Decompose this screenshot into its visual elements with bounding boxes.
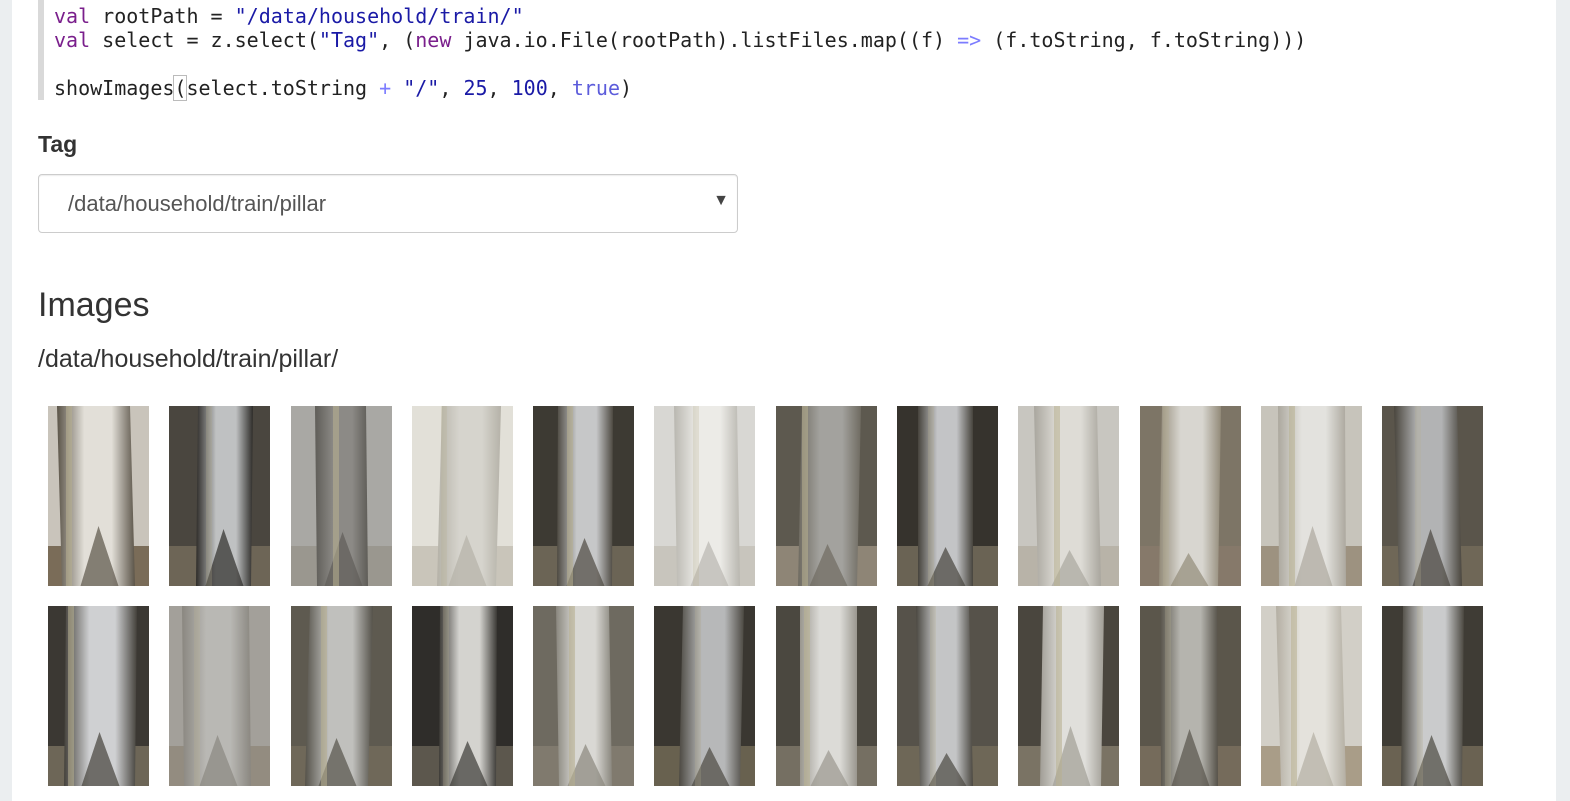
code-token: , [547, 76, 572, 100]
code-token: (f.toString, f.toString))) [981, 28, 1307, 52]
image-thumbnail[interactable] [654, 406, 756, 586]
code-line-4: showImages(select.toString + "/", 25, 10… [54, 75, 1518, 101]
image-thumbnail[interactable] [897, 406, 999, 586]
image-thumbnail[interactable] [1382, 406, 1484, 586]
image-thumbnail[interactable] [411, 606, 513, 786]
code-operator: = [210, 4, 223, 28]
code-token: , ( [379, 28, 416, 52]
code-token: , [439, 76, 464, 100]
image-thumbnail[interactable] [290, 406, 392, 586]
code-arrow: => [957, 28, 982, 52]
image-thumbnail[interactable] [533, 406, 635, 586]
keyword-val: val [54, 28, 91, 52]
code-number: 100 [511, 76, 548, 100]
code-token: ) [620, 76, 633, 100]
code-token: , [487, 76, 512, 100]
image-thumbnail[interactable] [654, 606, 756, 786]
code-operator: + [379, 76, 392, 100]
image-thumbnail[interactable] [169, 606, 271, 786]
image-thumbnail[interactable] [1018, 406, 1120, 586]
image-thumbnail[interactable] [1139, 406, 1241, 586]
image-thumbnail[interactable] [48, 606, 149, 786]
image-thumbnail[interactable] [897, 606, 999, 786]
code-token: select [90, 28, 187, 52]
code-operator: = [186, 28, 199, 52]
code-token: showImages [54, 76, 175, 100]
tag-select[interactable]: /data/household/train/pillar ▼ [38, 174, 738, 233]
code-line-2: val select = z.select("Tag", (new java.i… [54, 28, 1518, 52]
image-thumbnail[interactable] [48, 406, 149, 586]
keyword-val: val [54, 4, 91, 28]
image-thumbnail[interactable] [775, 406, 877, 586]
image-thumbnail[interactable] [1139, 606, 1241, 786]
image-thumbnail[interactable] [1260, 406, 1362, 586]
tag-select-value: /data/household/train/pillar [68, 191, 327, 216]
image-thumbnail[interactable] [411, 406, 513, 586]
code-token: rootPath [90, 4, 211, 28]
code-boolean: true [571, 76, 621, 100]
image-thumbnail[interactable] [1018, 606, 1120, 786]
image-thumbnail[interactable] [775, 606, 877, 786]
image-thumbnail[interactable] [169, 406, 271, 586]
code-token: java.io.File(rootPath).listFiles.map((f) [451, 28, 958, 52]
code-editor[interactable]: val rootPath = "/data/household/train/" … [38, 0, 1518, 101]
code-token: select.toString [186, 76, 380, 100]
image-thumbnail[interactable] [533, 606, 635, 786]
chevron-down-icon: ▼ [713, 192, 729, 209]
matching-bracket: ( [173, 75, 188, 101]
code-string: "/data/household/train/" [234, 4, 524, 28]
code-token: z.select( [198, 28, 319, 52]
code-string: "Tag" [318, 28, 380, 52]
keyword-new: new [415, 28, 452, 52]
images-path: /data/household/train/pillar/ [38, 345, 339, 373]
image-thumbnail[interactable] [1382, 606, 1484, 786]
tag-label: Tag [38, 131, 78, 157]
code-line-1: val rootPath = "/data/household/train/" [54, 4, 1518, 28]
image-thumbnail[interactable] [1260, 606, 1362, 786]
image-thumbnail[interactable] [290, 606, 392, 786]
images-heading: Images [38, 286, 150, 324]
code-number: 25 [463, 76, 488, 100]
code-string: "/" [403, 76, 440, 100]
image-grid [48, 406, 1488, 786]
